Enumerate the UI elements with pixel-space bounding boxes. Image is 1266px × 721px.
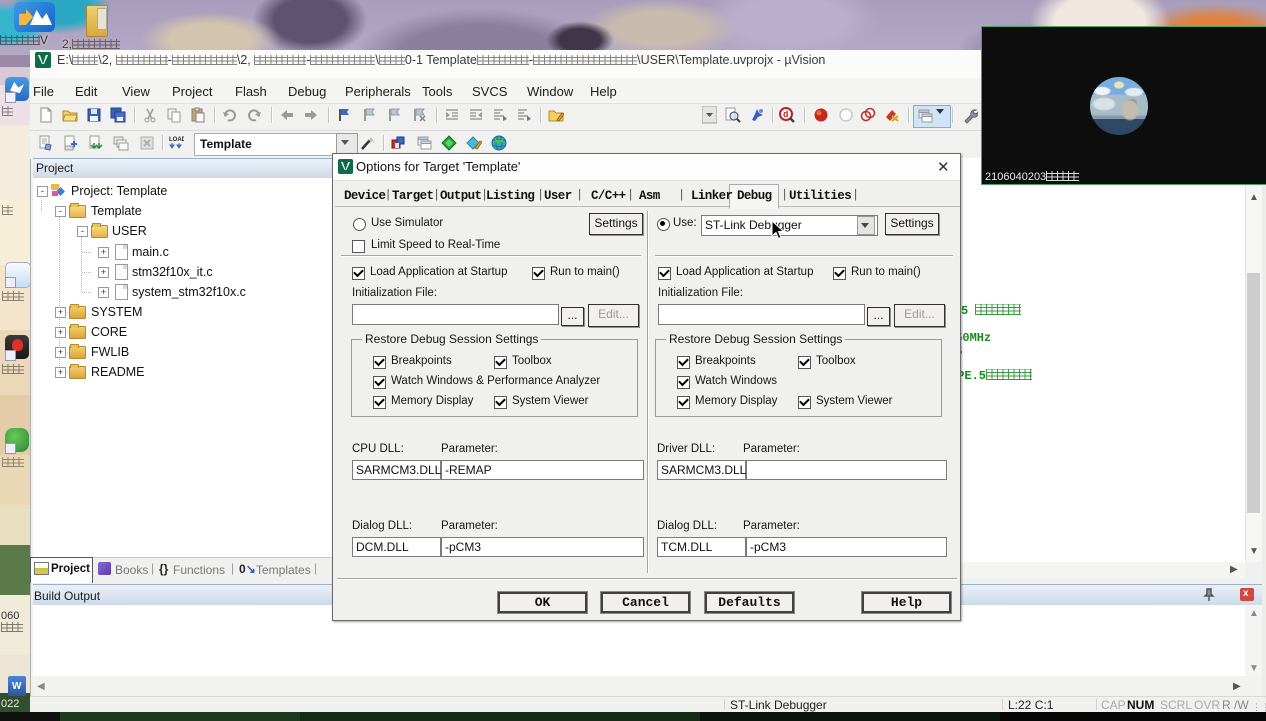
svg-text:d: d [783,110,788,120]
svg-text:LOAD: LOAD [169,137,184,143]
